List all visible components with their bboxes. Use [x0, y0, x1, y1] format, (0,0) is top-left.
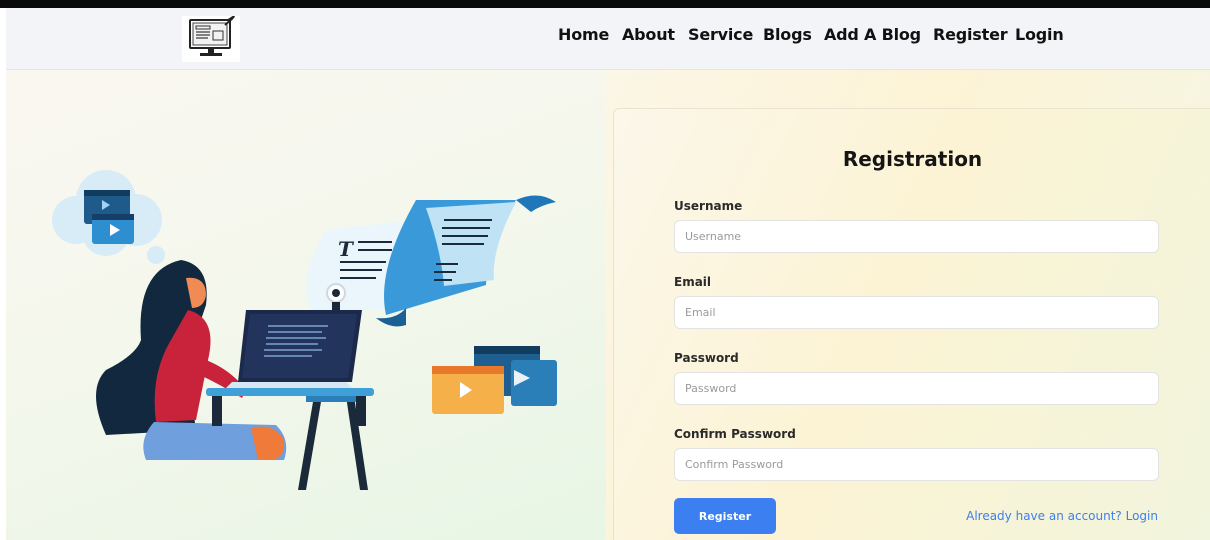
form-title: Registration: [842, 147, 983, 171]
nav-link-add-a-blog[interactable]: Add A Blog: [824, 25, 921, 44]
thought-cloud: [52, 170, 174, 278]
nav-link-service[interactable]: Service: [688, 25, 753, 44]
window-top-border: [0, 0, 1210, 8]
password-input[interactable]: [674, 372, 1159, 405]
email-input[interactable]: [674, 296, 1159, 329]
confirm-password-label: Confirm Password: [674, 427, 796, 441]
nav-link-register[interactable]: Register: [933, 25, 1008, 44]
nav-link-blogs[interactable]: Blogs: [763, 25, 812, 44]
nav-link-login[interactable]: Login: [1015, 25, 1064, 44]
video-player-icons: [432, 346, 557, 414]
laptop: [226, 310, 362, 388]
paper-scroll: T: [306, 195, 556, 327]
email-label: Email: [674, 275, 712, 289]
login-link[interactable]: Already have an account? Login: [966, 509, 1158, 523]
registration-form: Registration Username Email Password Con…: [613, 108, 1210, 540]
confirm-password-input[interactable]: [674, 448, 1159, 481]
username-label: Username: [674, 199, 743, 213]
nav-links: Home About Service Blogs Add A Blog Regi…: [6, 8, 1210, 70]
woman-blogging-at-desk-illustration: T: [46, 160, 566, 490]
nav-link-about[interactable]: About: [622, 25, 675, 44]
nav-link-home[interactable]: Home: [558, 25, 609, 44]
svg-text:T: T: [338, 237, 355, 261]
register-button[interactable]: Register: [674, 498, 776, 534]
password-label: Password: [674, 351, 739, 365]
navbar: Home About Service Blogs Add A Blog Regi…: [6, 8, 1210, 70]
username-input[interactable]: [674, 220, 1159, 253]
